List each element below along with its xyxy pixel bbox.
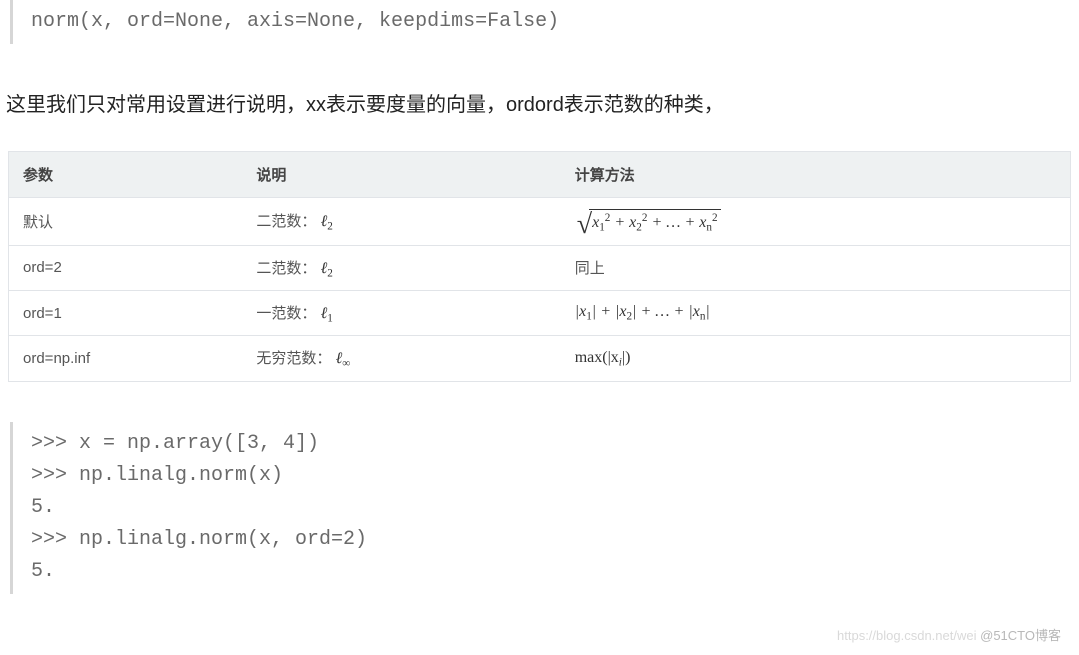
explanatory-paragraph: 这里我们只对常用设置进行说明，xx表示要度量的向量，ordord表示范数的种类， [6, 89, 1079, 121]
cell-param: ord=2 [9, 245, 242, 290]
code-line: >>> np.linalg.norm(x, ord=2) [31, 524, 1061, 556]
table-row: ord=1 一范数： ℓ1 |x1| + |x2| + … + |xn| [9, 290, 1070, 335]
cell-desc: 一范数： ℓ1 [242, 290, 560, 335]
math-l1-icon: ℓ1 [321, 305, 333, 322]
cell-param: 默认 [9, 198, 242, 246]
cell-calc: max(|xi|) [561, 336, 1070, 381]
code-line: 5. [31, 492, 1061, 524]
cell-calc: |x1| + |x2| + … + |xn| [561, 290, 1070, 335]
math-linf-icon: ℓ∞ [336, 350, 351, 367]
code-signature: norm(x, ord=None, axis=None, keepdims=Fa… [10, 0, 1079, 44]
code-line: >>> x = np.array([3, 4]) [31, 428, 1061, 460]
math-sum-abs: |x1| + |x2| + … + |xn| [575, 303, 710, 320]
cell-calc: 同上 [561, 245, 1070, 290]
code-session: >>> x = np.array([3, 4]) >>> np.linalg.n… [10, 422, 1079, 594]
cell-calc: √x12 + x22 + … + xn2 [561, 198, 1070, 246]
th-desc: 说明 [242, 152, 560, 198]
watermark: https://blog.csdn.net/wei @51CTO博客 [837, 625, 1061, 644]
th-param: 参数 [9, 152, 242, 198]
th-calc: 计算方法 [561, 152, 1070, 198]
cell-desc: 二范数： ℓ2 [242, 198, 560, 246]
math-l2-icon: ℓ2 [321, 213, 333, 230]
cell-param: ord=1 [9, 290, 242, 335]
math-l2-icon: ℓ2 [321, 260, 333, 277]
cell-desc: 二范数： ℓ2 [242, 245, 560, 290]
cell-param: ord=np.inf [9, 336, 242, 381]
watermark-handle: @51CTO博客 [980, 628, 1061, 643]
table-row: ord=np.inf 无穷范数： ℓ∞ max(|xi|) [9, 336, 1070, 381]
table-row: ord=2 二范数： ℓ2 同上 [9, 245, 1070, 290]
math-sqrt-sumsq: √x12 + x22 + … + xn2 [575, 209, 721, 234]
watermark-url: https://blog.csdn.net/wei [837, 628, 976, 643]
table: 参数 说明 计算方法 默认 二范数： ℓ2 √x12 + x22 + … + x… [9, 152, 1070, 381]
table-row: 默认 二范数： ℓ2 √x12 + x22 + … + xn2 [9, 198, 1070, 246]
code-line: 5. [31, 556, 1061, 588]
cell-desc: 无穷范数： ℓ∞ [242, 336, 560, 381]
code-line: >>> np.linalg.norm(x) [31, 460, 1061, 492]
norms-table: 参数 说明 计算方法 默认 二范数： ℓ2 √x12 + x22 + … + x… [8, 151, 1071, 382]
code-text: norm(x, ord=None, axis=None, keepdims=Fa… [31, 10, 559, 33]
math-max-abs: max(|xi|) [575, 349, 631, 366]
